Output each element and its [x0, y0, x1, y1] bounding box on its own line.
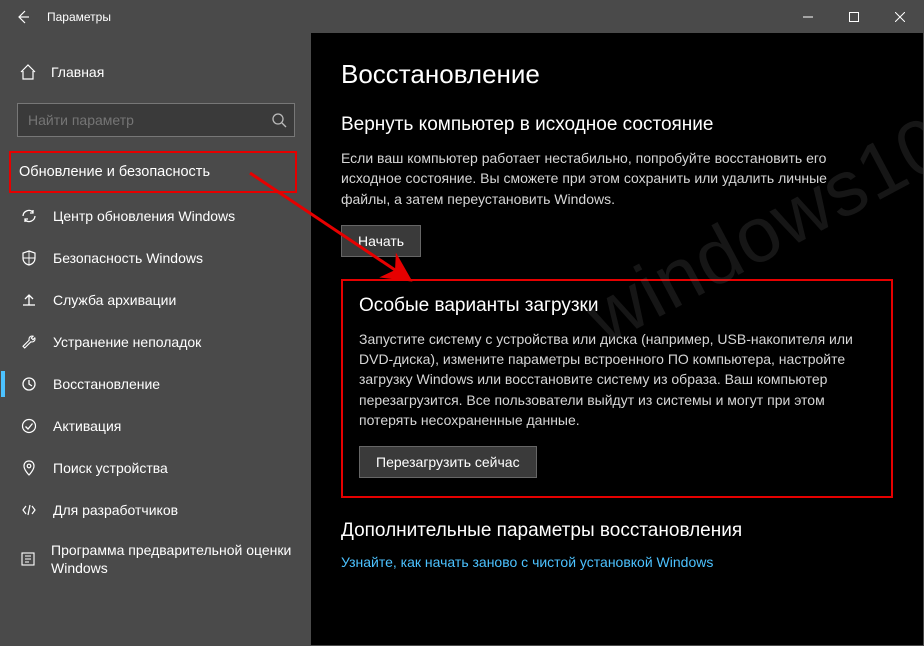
section-reset: Вернуть компьютер в исходное состояние Е…	[341, 114, 893, 257]
search-wrap	[17, 103, 295, 137]
sidebar-item-insider[interactable]: Программа предварительной оценки Windows	[1, 531, 311, 587]
reset-body: Если ваш компьютер работает нестабильно,…	[341, 148, 861, 209]
window-title: Параметры	[45, 10, 111, 24]
sidebar-item-windows-update[interactable]: Центр обновления Windows	[1, 195, 311, 237]
titlebar: Параметры	[1, 1, 923, 33]
sync-icon	[19, 207, 39, 225]
settings-window: Параметры Главная	[0, 0, 924, 646]
sidebar-item-label: Для разработчиков	[53, 502, 178, 518]
minimize-button[interactable]	[785, 1, 831, 33]
section-header-update-security[interactable]: Обновление и безопасность	[9, 151, 297, 193]
sidebar: Главная Обновление и безопасность Центр …	[1, 33, 311, 645]
wrench-icon	[19, 333, 39, 351]
sidebar-item-label: Центр обновления Windows	[53, 208, 235, 224]
sidebar-item-find-device[interactable]: Поиск устройства	[1, 447, 311, 489]
home-label: Главная	[51, 64, 104, 80]
sidebar-item-troubleshoot[interactable]: Устранение неполадок	[1, 321, 311, 363]
close-icon	[895, 12, 905, 22]
back-button[interactable]	[1, 1, 45, 33]
search-icon	[271, 112, 287, 128]
restart-now-button[interactable]: Перезагрузить сейчас	[359, 446, 537, 478]
activation-icon	[19, 417, 39, 435]
maximize-icon	[849, 12, 859, 22]
sidebar-item-label: Служба архивации	[53, 292, 176, 308]
sidebar-item-windows-security[interactable]: Безопасность Windows	[1, 237, 311, 279]
sidebar-item-recovery[interactable]: Восстановление	[1, 363, 311, 405]
home-icon	[19, 63, 37, 81]
developer-icon	[19, 501, 39, 519]
home-link[interactable]: Главная	[1, 51, 311, 93]
sidebar-item-label: Безопасность Windows	[53, 250, 203, 266]
advanced-title: Особые варианты загрузки	[359, 295, 875, 317]
nav-list: Центр обновления Windows Безопасность Wi…	[1, 195, 311, 587]
section-advanced-startup: Особые варианты загрузки Запустите систе…	[341, 279, 893, 498]
more-title: Дополнительные параметры восстановления	[341, 520, 893, 542]
maximize-button[interactable]	[831, 1, 877, 33]
shield-icon	[19, 249, 39, 267]
window-controls	[785, 1, 923, 33]
sidebar-item-developers[interactable]: Для разработчиков	[1, 489, 311, 531]
backup-icon	[19, 291, 39, 309]
minimize-icon	[803, 12, 813, 22]
section-header-label: Обновление и безопасность	[19, 164, 210, 180]
search-input[interactable]	[17, 103, 295, 137]
sidebar-item-label: Поиск устройства	[53, 460, 168, 476]
sidebar-item-label: Программа предварительной оценки Windows	[51, 541, 293, 577]
recovery-icon	[19, 375, 39, 393]
sidebar-item-backup[interactable]: Служба архивации	[1, 279, 311, 321]
content-area: windows10x.ru Восстановление Вернуть ком…	[311, 33, 923, 645]
sidebar-item-label: Устранение неполадок	[53, 334, 201, 350]
section-more-recovery: Дополнительные параметры восстановления …	[341, 520, 893, 570]
location-icon	[19, 459, 39, 477]
insider-icon	[19, 550, 37, 568]
reset-start-button[interactable]: Начать	[341, 225, 421, 257]
sidebar-item-label: Восстановление	[53, 376, 160, 392]
fresh-start-link[interactable]: Узнайте, как начать заново с чистой уста…	[341, 554, 893, 570]
sidebar-item-activation[interactable]: Активация	[1, 405, 311, 447]
page-title: Восстановление	[341, 59, 893, 90]
sidebar-item-label: Активация	[53, 418, 121, 434]
arrow-left-icon	[15, 9, 31, 25]
advanced-body: Запустите систему с устройства или диска…	[359, 329, 875, 430]
close-button[interactable]	[877, 1, 923, 33]
reset-title: Вернуть компьютер в исходное состояние	[341, 114, 893, 136]
